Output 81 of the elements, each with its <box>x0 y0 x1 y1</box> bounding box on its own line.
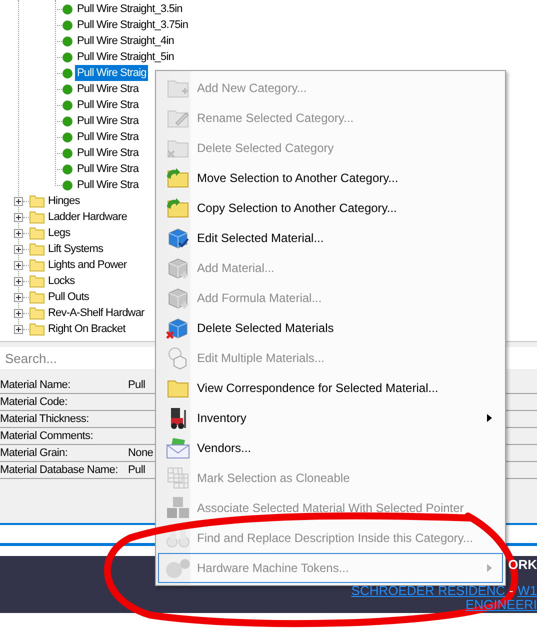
folder-arrow-icon <box>166 197 190 219</box>
folder-icon <box>29 226 45 240</box>
work-order-link[interactable]: W1 <box>518 584 537 598</box>
expand-toggle[interactable] <box>14 212 23 222</box>
property-value: Pull <box>128 378 146 393</box>
tree-item[interactable]: Rev-A-Shelf Hardwar <box>48 305 144 321</box>
expand-toggle[interactable] <box>14 308 23 318</box>
tree-item[interactable]: Pull Wire Stra <box>75 113 141 129</box>
tree-item[interactable]: Pull Wire Stra <box>75 145 141 161</box>
separator-text: - <box>509 584 514 598</box>
tree-item[interactable]: Pull Wire Straight_3.75in <box>75 17 190 33</box>
menu-item[interactable]: Move Selection to Another Category... <box>158 163 503 193</box>
tree-item[interactable]: Pull Wire Straight_5in <box>75 49 176 65</box>
project-link[interactable]: SCHROEDER RESIDENC <box>351 584 506 598</box>
folder-icon <box>29 290 45 304</box>
status-dot-icon <box>62 20 73 30</box>
folder-icon <box>29 306 45 320</box>
expand-toggle[interactable] <box>14 260 23 270</box>
expand-toggle[interactable] <box>14 324 23 334</box>
folder-arrow-icon <box>166 167 190 189</box>
property-label: Material Database Name: <box>0 464 118 476</box>
expand-toggle[interactable] <box>14 276 23 286</box>
status-dot-icon <box>62 84 73 94</box>
status-dot-icon <box>62 100 73 110</box>
folder-icon <box>29 274 45 288</box>
cube-plus-icon <box>166 256 190 280</box>
property-label: Material Comments: <box>0 430 94 442</box>
status-dot-icon <box>62 164 73 174</box>
folder-icon <box>29 258 45 272</box>
folder-icon <box>29 242 45 256</box>
status-dot-icon <box>62 180 73 190</box>
menu-item[interactable]: Edit Selected Material... <box>158 223 503 253</box>
status-dot-icon <box>62 132 73 142</box>
spheres-icon <box>165 557 191 579</box>
expand-toggle[interactable] <box>14 244 23 254</box>
tree-item[interactable]: Pull Wire Straight_4in <box>75 33 176 49</box>
cube-plus-icon <box>166 286 190 310</box>
envelope-icon <box>165 436 191 460</box>
tree-item[interactable]: Ladder Hardware <box>48 209 127 225</box>
property-label: Material Code: <box>0 396 68 408</box>
tree-item[interactable]: Hinges <box>48 193 80 209</box>
status-dot-icon <box>62 116 73 126</box>
property-value: Pull <box>128 462 146 478</box>
cube-x-icon <box>166 316 190 340</box>
status-dot-icon <box>62 52 73 62</box>
property-value: None <box>128 446 154 461</box>
folder-icon <box>29 194 45 208</box>
tree-item[interactable]: Pull Wire Stra <box>75 161 141 177</box>
property-label: Material Name: <box>0 378 70 391</box>
expand-toggle[interactable] <box>14 292 23 302</box>
tree-item[interactable]: Pull Wire Stra <box>75 129 141 145</box>
tree-item[interactable]: Lights and Power <box>48 257 127 273</box>
tree-item[interactable]: Pull Wire Straight_3.5in <box>75 1 184 17</box>
binoculars-icon <box>166 527 190 549</box>
status-dot-icon <box>62 4 73 14</box>
menu-item[interactable]: View Correspondence for Selected Material... <box>158 373 503 403</box>
folder-icon <box>29 322 45 336</box>
menu-item[interactable]: Vendors... <box>158 433 503 463</box>
menu-item[interactable]: Copy Selection to Another Category... <box>158 193 503 223</box>
tree-item[interactable]: Pull Wire Stra <box>75 81 141 97</box>
tree-item[interactable]: Pull Wire Straig <box>75 65 148 81</box>
tree-item[interactable]: Pull Wire Stra <box>75 177 141 193</box>
tree-item[interactable]: Lift Systems <box>48 241 104 257</box>
tree-item[interactable]: Legs <box>48 225 70 241</box>
status-dot-icon <box>62 148 73 158</box>
property-label: Material Thickness: <box>0 412 89 425</box>
tree-item[interactable]: Right On Bracket <box>48 321 126 337</box>
cube-check-icon <box>166 226 190 250</box>
expand-toggle[interactable] <box>14 228 23 238</box>
menu-item[interactable]: Delete Selected Materials <box>158 313 503 343</box>
status-dot-icon <box>62 36 73 46</box>
property-label: Material Grain: <box>0 446 68 459</box>
expand-toggle[interactable] <box>14 196 23 206</box>
grid-icon <box>166 466 190 490</box>
folder-icon <box>29 210 45 224</box>
boxes-icon <box>166 496 190 520</box>
menu-item[interactable]: Inventory <box>158 403 503 433</box>
tree-item[interactable]: Locks <box>48 273 75 289</box>
status-dot-icon <box>62 68 73 78</box>
tree-item[interactable]: Pull Wire Stra <box>75 97 141 113</box>
tree-item[interactable]: Pull Outs <box>48 289 90 305</box>
